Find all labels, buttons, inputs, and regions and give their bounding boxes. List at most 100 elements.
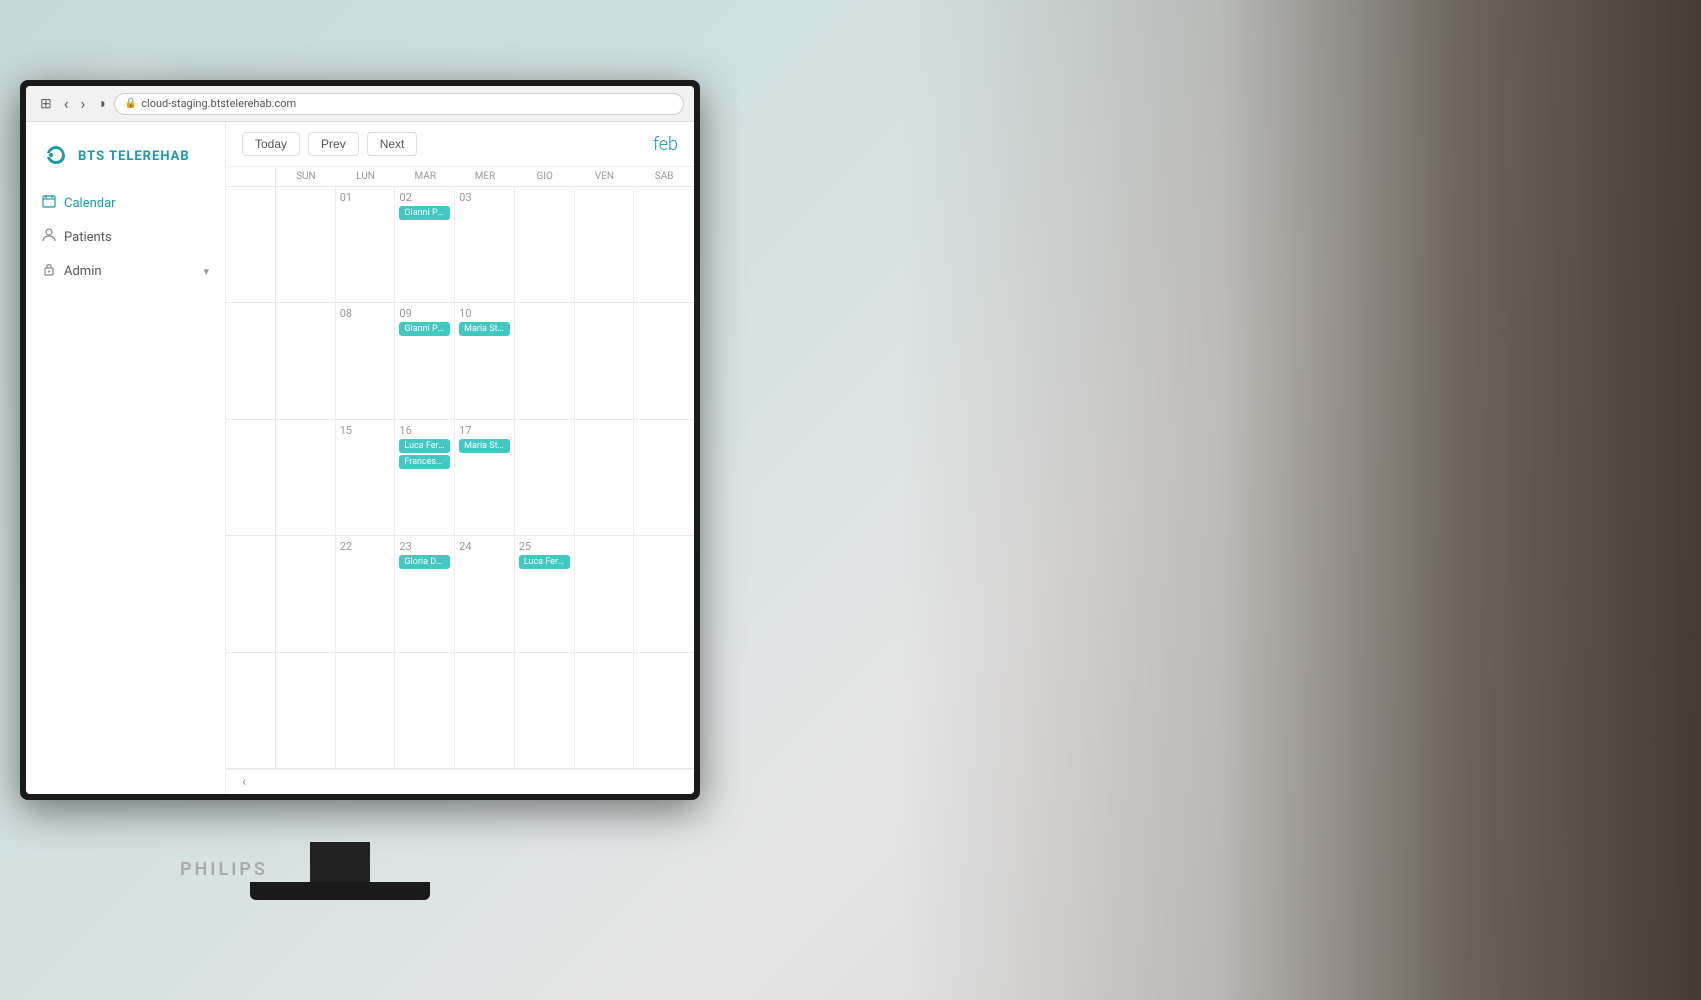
- day-cell[interactable]: 09 Gianni Pini: [395, 303, 455, 418]
- day-number: 02: [399, 191, 450, 204]
- day-cell[interactable]: [634, 420, 694, 535]
- calendar-grid: sun lun mar mer gio ven sab: [226, 167, 694, 769]
- day-cell[interactable]: 08: [336, 303, 396, 418]
- address-bar[interactable]: 🔒 cloud-staging.btstelerehab.com: [114, 93, 684, 115]
- day-cell[interactable]: [336, 653, 396, 768]
- day-cell[interactable]: [634, 653, 694, 768]
- day-cell[interactable]: 24: [455, 536, 515, 651]
- day-cell[interactable]: [634, 187, 694, 302]
- event-chip[interactable]: Maria Stellin: [459, 439, 510, 453]
- day-cell[interactable]: 10 Maria Stell...: [455, 303, 515, 418]
- day-cell[interactable]: [575, 187, 635, 302]
- event-chip[interactable]: Gloria De Giorgi: [399, 555, 450, 569]
- day-number: 17: [459, 424, 510, 437]
- calendar-week-2: 08 09 Gianni Pini 10 Maria Stell...: [226, 303, 694, 419]
- back-arrow-icon[interactable]: ‹: [60, 92, 73, 115]
- day-cell[interactable]: [515, 653, 575, 768]
- main-content: Today Prev Next feb sun lun mar mer gio: [226, 122, 694, 794]
- browser-controls: ⊞: [36, 96, 52, 112]
- day-cell[interactable]: [395, 653, 455, 768]
- bts-logo-icon: [42, 142, 70, 170]
- week-num-4: [226, 536, 276, 651]
- url-text: cloud-staging.btstelerehab.com: [141, 97, 296, 110]
- day-cell[interactable]: 01: [336, 187, 396, 302]
- day-cell[interactable]: [575, 536, 635, 651]
- day-cell[interactable]: [276, 303, 336, 418]
- calendar-header: sun lun mar mer gio ven sab: [226, 167, 694, 187]
- day-number: 15: [340, 424, 391, 437]
- nav-arrows: ‹ ›: [60, 92, 90, 115]
- app-container: BTS TELEREHAB Calendar: [26, 122, 694, 794]
- week-num-3: [226, 420, 276, 535]
- header-gio: gio: [515, 167, 575, 186]
- day-cell[interactable]: 17 Maria Stellin: [455, 420, 515, 535]
- event-chip[interactable]: Francesco Mariotti -...: [399, 455, 450, 469]
- week-corner: [226, 167, 276, 186]
- browser-bar: ⊞ ‹ › ◑ 🔒 cloud-staging.btstelerehab.com: [26, 86, 694, 122]
- monitor-screen: ⊞ ‹ › ◑ 🔒 cloud-staging.btstelerehab.com: [26, 86, 694, 794]
- logo-text: BTS TELEREHAB: [78, 149, 190, 164]
- day-number: 23: [399, 540, 450, 553]
- event-chip[interactable]: Luca Ferrari: [399, 439, 450, 453]
- theme-icon[interactable]: ◑: [97, 95, 105, 112]
- day-cell[interactable]: 15: [336, 420, 396, 535]
- day-cell[interactable]: [575, 303, 635, 418]
- sidebar-item-patients-label: Patients: [64, 230, 112, 245]
- day-number: 08: [340, 307, 391, 320]
- prev-button[interactable]: Prev: [308, 132, 359, 156]
- calendar-week-3: 15 16 Luca Ferrari Francesco Mariotti -.…: [226, 420, 694, 536]
- calendar-toolbar: Today Prev Next feb: [226, 122, 694, 167]
- sidebar-toggle-icon[interactable]: ⊞: [40, 96, 52, 112]
- day-number: 03: [459, 191, 510, 204]
- day-cell[interactable]: 23 Gloria De Giorgi: [395, 536, 455, 651]
- day-number: 22: [340, 540, 391, 553]
- day-cell[interactable]: [575, 653, 635, 768]
- sidebar-item-calendar[interactable]: Calendar: [26, 186, 225, 220]
- header-ven: ven: [575, 167, 635, 186]
- today-button[interactable]: Today: [242, 132, 300, 156]
- monitor-stand: [250, 842, 430, 900]
- sidebar-item-calendar-label: Calendar: [64, 196, 116, 211]
- monitor-neck: [310, 842, 370, 882]
- day-cell[interactable]: 16 Luca Ferrari Francesco Mariotti -...: [395, 420, 455, 535]
- day-cell[interactable]: 02 Gianni Pini: [395, 187, 455, 302]
- patients-icon: [42, 228, 56, 246]
- event-chip[interactable]: Gianni Pini: [399, 322, 450, 336]
- day-cell[interactable]: [515, 420, 575, 535]
- week-num-2: [226, 303, 276, 418]
- day-cell[interactable]: [276, 187, 336, 302]
- monitor-base: [250, 882, 430, 900]
- event-chip[interactable]: Luca Ferrari 2: [519, 555, 570, 569]
- day-cell[interactable]: [276, 653, 336, 768]
- bottom-collapse-arrow[interactable]: ‹: [226, 769, 694, 794]
- month-label: feb: [653, 134, 678, 155]
- day-number: 10: [459, 307, 510, 320]
- day-cell[interactable]: [515, 187, 575, 302]
- day-cell[interactable]: 03: [455, 187, 515, 302]
- day-cell[interactable]: [575, 420, 635, 535]
- day-cell[interactable]: [515, 303, 575, 418]
- day-cell[interactable]: [634, 536, 694, 651]
- day-cell[interactable]: 25 Luca Ferrari 2: [515, 536, 575, 651]
- sidebar-item-patients[interactable]: Patients: [26, 220, 225, 254]
- philips-brand-label: PHILIPS: [180, 859, 268, 880]
- day-cell[interactable]: [455, 653, 515, 768]
- event-chip[interactable]: Gianni Pini: [399, 206, 450, 220]
- day-cell[interactable]: [276, 536, 336, 651]
- header-lun: lun: [336, 167, 396, 186]
- lock-icon: 🔒: [125, 98, 137, 109]
- sidebar: BTS TELEREHAB Calendar: [26, 122, 226, 794]
- calendar-week-1: 01 02 Gianni Pini 03: [226, 187, 694, 303]
- day-cell[interactable]: [634, 303, 694, 418]
- calendar-body: 01 02 Gianni Pini 03: [226, 187, 694, 769]
- day-number: 01: [340, 191, 391, 204]
- day-cell[interactable]: [276, 420, 336, 535]
- next-button[interactable]: Next: [367, 132, 418, 156]
- day-cell[interactable]: 22: [336, 536, 396, 651]
- sidebar-item-admin-label: Admin: [64, 264, 102, 279]
- forward-arrow-icon[interactable]: ›: [77, 92, 90, 115]
- event-chip[interactable]: Maria Stell...: [459, 322, 510, 336]
- sidebar-item-admin[interactable]: Admin ▾: [26, 254, 225, 288]
- monitor-frame: ⊞ ‹ › ◑ 🔒 cloud-staging.btstelerehab.com: [20, 80, 700, 800]
- header-sun: sun: [276, 167, 336, 186]
